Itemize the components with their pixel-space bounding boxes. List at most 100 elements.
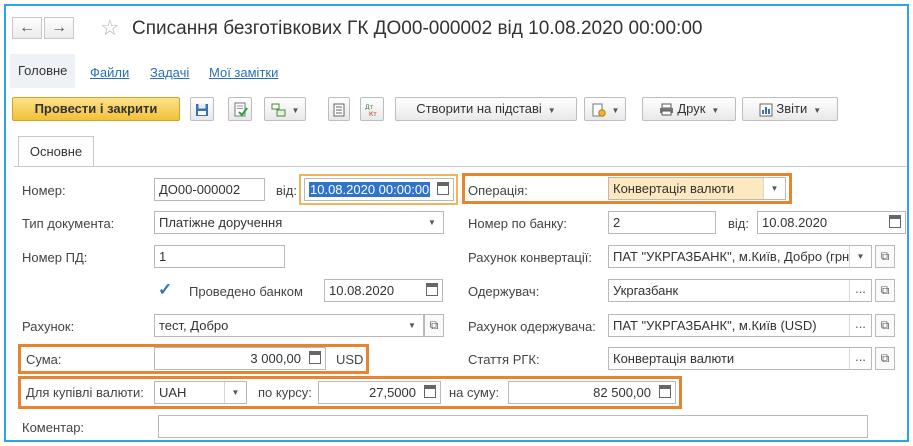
rgk-article-field[interactable]: Конвертація валюти ... bbox=[608, 347, 872, 370]
amount-field[interactable]: 3 000,00 bbox=[154, 347, 326, 370]
calendar-icon[interactable] bbox=[437, 182, 449, 195]
printer-icon bbox=[659, 103, 673, 116]
amount-label: Сума: bbox=[26, 352, 62, 367]
bank-number-label: Номер по банку: bbox=[468, 216, 568, 231]
buy-currency-value: UAH bbox=[159, 385, 187, 400]
tab-my-notes[interactable]: Мої замітки bbox=[209, 65, 278, 80]
save-icon bbox=[196, 103, 208, 116]
conversion-account-open-button[interactable]: ⧉ bbox=[875, 245, 895, 268]
calendar-icon[interactable] bbox=[889, 215, 901, 228]
forward-button[interactable]: → bbox=[44, 17, 74, 39]
rate-field[interactable]: 27,5000 bbox=[318, 381, 441, 404]
more-icon[interactable]: ... bbox=[849, 348, 871, 369]
toolbar: Провести і закрити ▼ Дт Кт Створити на пі… bbox=[12, 96, 907, 126]
buy-currency-label: Для купівлі валюти: bbox=[26, 385, 144, 400]
calculator-icon[interactable] bbox=[659, 385, 671, 398]
operation-select[interactable]: Конвертація валюти ▼ bbox=[608, 177, 786, 200]
bank-posted-date-field[interactable]: 10.08.2020 bbox=[324, 279, 443, 302]
bank-date-field[interactable]: 10.08.2020 bbox=[757, 211, 906, 234]
conversion-account-select[interactable]: ПАТ "УКРГАЗБАНК", м.Київ, Добро (грн) ▼ bbox=[608, 245, 872, 268]
recipient-account-open-button[interactable]: ⧉ bbox=[875, 314, 895, 337]
chevron-down-icon[interactable]: ▼ bbox=[224, 382, 246, 403]
chevron-down-icon: ▼ bbox=[813, 106, 822, 115]
list-icon bbox=[333, 103, 345, 117]
report-icon bbox=[759, 103, 773, 117]
post-document-icon bbox=[234, 102, 248, 117]
bank-posted-label: Проведено банком bbox=[189, 284, 303, 299]
open-icon: ⧉ bbox=[880, 318, 890, 332]
open-icon: ⧉ bbox=[880, 249, 890, 263]
comment-field[interactable] bbox=[158, 415, 868, 438]
operation-value: Конвертація валюти bbox=[613, 181, 735, 196]
total-field[interactable]: 82 500,00 bbox=[508, 381, 676, 404]
total-value: 82 500,00 bbox=[593, 385, 651, 400]
debit-credit-icon: ДтКт bbox=[365, 104, 377, 117]
date-label: від: bbox=[276, 183, 297, 198]
rate-value: 27,5000 bbox=[369, 385, 416, 400]
print-label: Друк bbox=[677, 101, 706, 116]
bank-posted-date-value: 10.08.2020 bbox=[329, 283, 395, 298]
tab-main[interactable]: Головне bbox=[10, 54, 76, 88]
reports-button[interactable]: Звіти ▼ bbox=[742, 97, 838, 121]
total-label: на суму: bbox=[449, 385, 500, 400]
chevron-down-icon[interactable]: ▼ bbox=[421, 212, 443, 233]
date-value: 10.08.2020 00:00:00 bbox=[309, 182, 431, 197]
chevron-down-icon[interactable]: ▼ bbox=[763, 178, 785, 199]
chevron-down-icon[interactable]: ▼ bbox=[849, 246, 871, 267]
date-field[interactable]: 10.08.2020 00:00:00 bbox=[304, 178, 454, 201]
chevron-down-icon: ▼ bbox=[547, 106, 556, 115]
recipient-label: Одержувач: bbox=[468, 284, 540, 299]
document-window: ← → ☆ Списання безготівкових ГК ДО00-000… bbox=[4, 4, 909, 442]
pd-number-field[interactable]: 1 bbox=[154, 245, 285, 268]
reports-label: Звіти bbox=[776, 101, 808, 116]
svg-text:Кт: Кт bbox=[369, 111, 377, 117]
open-icon: ⧉ bbox=[429, 318, 439, 332]
chevron-down-icon[interactable]: ▼ bbox=[401, 315, 423, 336]
chevron-down-icon: ▼ bbox=[611, 106, 620, 115]
star-icon[interactable]: ☆ bbox=[100, 15, 120, 41]
debit-credit-button[interactable]: Дт Кт bbox=[360, 97, 384, 121]
open-icon: ⧉ bbox=[880, 283, 890, 297]
recipient-field[interactable]: Укргазбанк ... bbox=[608, 279, 872, 302]
amount-value: 3 000,00 bbox=[250, 351, 301, 366]
post-and-close-button[interactable]: Провести і закрити bbox=[12, 97, 180, 121]
calculator-icon[interactable] bbox=[309, 351, 321, 364]
post-button[interactable] bbox=[228, 97, 252, 121]
attachments-button[interactable]: ▼ bbox=[584, 97, 626, 121]
attachment-icon bbox=[592, 103, 606, 117]
account-open-button[interactable]: ⧉ bbox=[424, 314, 444, 337]
bank-number-field[interactable]: 2 bbox=[608, 211, 716, 234]
more-icon[interactable]: ... bbox=[849, 280, 871, 301]
journal-button[interactable] bbox=[328, 97, 350, 121]
account-select[interactable]: тест, Добро ▼ bbox=[154, 314, 424, 337]
recipient-open-button[interactable]: ⧉ bbox=[875, 279, 895, 302]
save-button[interactable] bbox=[190, 97, 214, 121]
calendar-icon[interactable] bbox=[426, 283, 438, 296]
tab-tasks[interactable]: Задачі bbox=[150, 65, 189, 80]
tab-files[interactable]: Файли bbox=[90, 65, 129, 80]
tab-basic[interactable]: Основне bbox=[18, 136, 94, 166]
recipient-value: Укргазбанк bbox=[613, 283, 679, 298]
account-value: тест, Добро bbox=[159, 318, 229, 333]
arrow-left-icon: ← bbox=[19, 19, 35, 36]
arrow-right-icon: → bbox=[51, 19, 67, 36]
doc-type-value: Платіжне доручення bbox=[159, 215, 283, 230]
print-button[interactable]: Друк ▼ bbox=[642, 97, 736, 121]
buy-currency-select[interactable]: UAH ▼ bbox=[154, 381, 247, 404]
related-docs-button[interactable]: ▼ bbox=[264, 97, 306, 121]
calculator-icon[interactable] bbox=[424, 385, 436, 398]
recipient-account-field[interactable]: ПАТ "УКРГАЗБАНК", м.Київ (USD) ... bbox=[608, 314, 872, 337]
bank-date-value: 10.08.2020 bbox=[762, 215, 828, 230]
number-field[interactable]: ДО00-000002 bbox=[154, 178, 265, 201]
number-label: Номер: bbox=[22, 183, 66, 198]
doc-type-select[interactable]: Платіжне доручення ▼ bbox=[154, 211, 444, 234]
conversion-account-label: Рахунок конвертації: bbox=[468, 250, 592, 265]
section-tabs: Головне Файли Задачі Мої замітки bbox=[6, 54, 907, 90]
rate-label: по курсу: bbox=[258, 385, 312, 400]
create-based-on-label: Створити на підставі bbox=[416, 101, 542, 116]
back-button[interactable]: ← bbox=[12, 17, 42, 39]
bank-posted-checkbox[interactable]: ✓ bbox=[158, 281, 174, 298]
more-icon[interactable]: ... bbox=[849, 315, 871, 336]
rgk-article-open-button[interactable]: ⧉ bbox=[875, 347, 895, 370]
create-based-on-button[interactable]: Створити на підставі ▼ bbox=[395, 97, 577, 121]
